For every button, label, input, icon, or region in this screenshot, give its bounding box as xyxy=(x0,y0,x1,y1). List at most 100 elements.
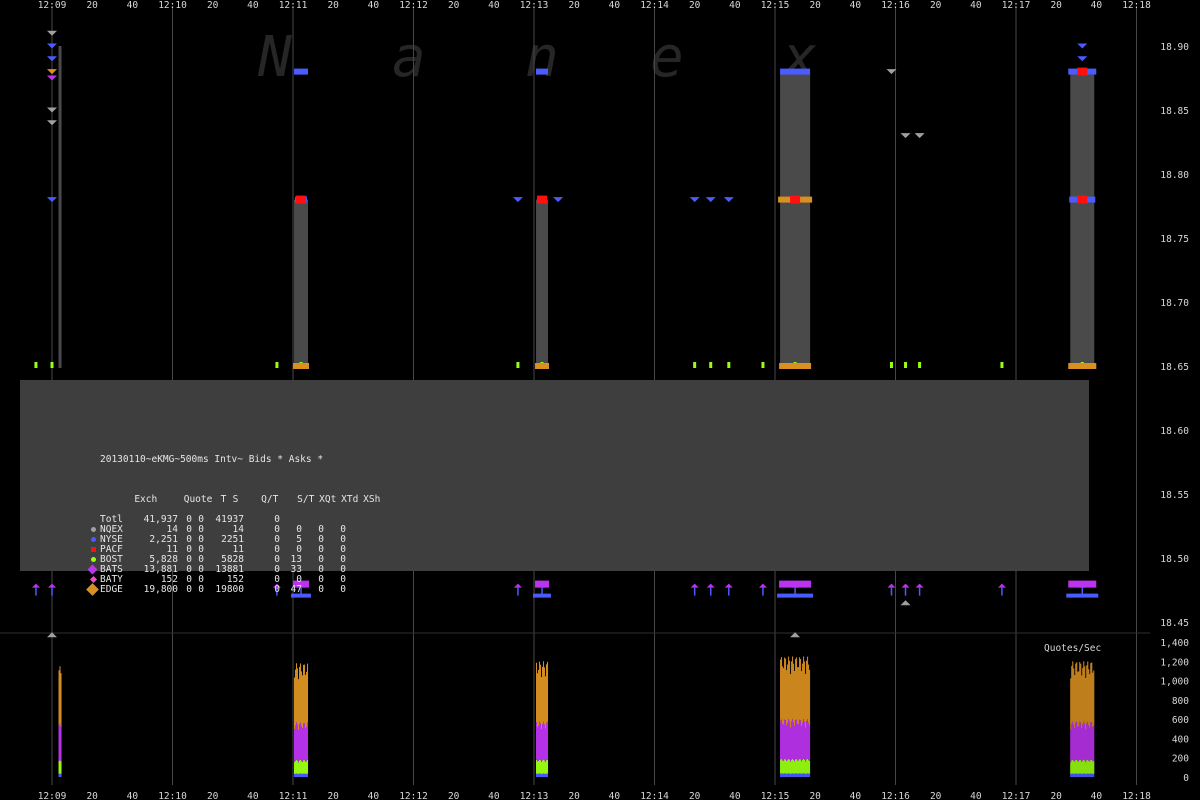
quote-rate-bar xyxy=(299,724,301,761)
quote-rate-bar xyxy=(806,660,808,722)
quote-rate-bar xyxy=(1074,761,1076,774)
edge-bid-block xyxy=(535,363,550,369)
quote-rate-bar xyxy=(796,719,798,760)
bost-bid-marker xyxy=(904,362,908,368)
quote-rate-bar xyxy=(544,773,546,777)
quote-rate-bar xyxy=(297,724,299,761)
quote-rate-bar xyxy=(296,773,298,777)
quote-rate-bar xyxy=(1074,675,1076,729)
quote-rate-bar xyxy=(799,773,801,777)
quote-rate-bar xyxy=(805,773,807,777)
x-minor-tick-label: 40 xyxy=(609,791,621,800)
quote-rate-bar xyxy=(545,773,547,777)
ask-marker xyxy=(47,56,57,62)
price-tick-label: 18.65 xyxy=(1160,362,1189,373)
pacf-marker xyxy=(537,195,548,204)
quote-rate-bar xyxy=(546,760,548,774)
quote-rate-bar xyxy=(780,773,782,777)
x-tick-label: 12:15 xyxy=(761,791,790,800)
qps-tick-label: 800 xyxy=(1172,696,1189,707)
ask-marker xyxy=(553,197,564,203)
quote-rate-bar xyxy=(1086,665,1088,724)
quote-rate-bar xyxy=(1092,672,1094,727)
legend-cell: 0 xyxy=(318,584,324,595)
quote-rate-bar xyxy=(1080,663,1082,723)
x-minor-tick-label: 40 xyxy=(729,0,741,11)
quote-rate-bar xyxy=(784,759,786,774)
quote-rate-bar xyxy=(794,670,796,727)
x-tick-label: 12:10 xyxy=(158,0,187,11)
bost-bid-marker xyxy=(918,362,922,368)
quote-rate-bar xyxy=(306,671,308,727)
quote-rate-bar xyxy=(1076,773,1078,777)
ask-marker xyxy=(512,197,523,203)
spread-column xyxy=(780,71,811,368)
quote-rate-bar xyxy=(797,760,799,774)
quote-rate-bar xyxy=(782,773,784,777)
quote-rate-bar xyxy=(1088,669,1090,726)
quote-rate-bar xyxy=(59,760,61,774)
quote-rate-bar xyxy=(1071,665,1073,724)
quote-rate-bar xyxy=(803,656,805,720)
legend-cell: 0 xyxy=(186,584,192,595)
quote-rate-bar xyxy=(307,663,309,723)
quote-rate-bar xyxy=(544,760,546,774)
quote-rate-bar xyxy=(787,722,789,761)
quote-rate-bar xyxy=(789,773,791,777)
quote-rate-bar xyxy=(1072,721,1074,760)
quote-rate-bar xyxy=(806,773,808,777)
quote-rate-bar xyxy=(306,761,308,774)
price-tick-label: 18.90 xyxy=(1160,42,1189,53)
quote-rate-bar xyxy=(804,721,806,760)
quote-rate-bar xyxy=(788,773,790,777)
quote-rate-bar xyxy=(786,670,788,726)
quote-rate-bar xyxy=(307,722,309,760)
quote-rate-bar xyxy=(303,723,305,761)
quote-rate-bar xyxy=(807,656,809,720)
quote-rate-bar xyxy=(782,666,784,724)
quote-rate-bar xyxy=(540,723,542,761)
ask-marker xyxy=(47,43,57,49)
pacf-marker xyxy=(790,195,801,204)
circle-marker-icon xyxy=(91,527,96,532)
bats-bid-block xyxy=(1068,580,1097,588)
quote-rate-bar xyxy=(542,724,544,761)
quote-rate-bar xyxy=(1080,722,1082,761)
quote-rate-bar xyxy=(1073,668,1075,725)
ask-level-block xyxy=(780,68,811,75)
ask-marker xyxy=(723,197,734,203)
bost-bid-marker xyxy=(693,362,697,368)
quote-rate-bar xyxy=(303,760,305,774)
legend-title: 20130110~eKMG~500ms Intv~ Bids * Asks * xyxy=(100,454,324,465)
qps-tick-label: 0 xyxy=(1183,773,1189,784)
quote-rate-bar xyxy=(58,670,60,726)
quote-rate-bar xyxy=(547,773,549,777)
quote-rate-bar xyxy=(783,760,785,774)
quote-rate-bar xyxy=(794,726,796,762)
quote-rate-bar xyxy=(300,663,302,723)
quote-rate-bar xyxy=(1079,662,1081,722)
quote-rate-bar xyxy=(808,760,810,774)
quote-rate-bar xyxy=(541,677,543,730)
quote-rate-bar xyxy=(1093,761,1095,774)
quote-rate-bar xyxy=(1072,661,1074,722)
quote-rate-bar xyxy=(1075,773,1077,777)
x-minor-tick-label: 40 xyxy=(729,791,741,800)
quote-rate-bar xyxy=(784,657,786,720)
quote-rate-bar xyxy=(539,661,541,722)
quote-rate-bar xyxy=(1086,760,1088,774)
quote-rate-bar xyxy=(542,760,544,774)
x-minor-tick-label: 40 xyxy=(970,0,982,11)
legend-header: Exch Quote T S Q/T S/T XQt XTd XSh xyxy=(100,485,380,505)
x-tick-label: 12:14 xyxy=(640,0,669,11)
quote-rate-bar xyxy=(807,719,809,759)
quote-rate-bar xyxy=(536,773,538,777)
quote-rate-bar xyxy=(1080,760,1082,774)
bats-bid-marker xyxy=(706,583,715,588)
legend-cell: 47 xyxy=(290,584,302,595)
circle-marker-icon xyxy=(91,557,96,562)
quote-rate-bar xyxy=(1084,666,1086,724)
quote-rate-bar xyxy=(538,669,540,726)
quote-rate-bar xyxy=(804,759,806,774)
x-minor-tick-label: 20 xyxy=(86,0,98,11)
